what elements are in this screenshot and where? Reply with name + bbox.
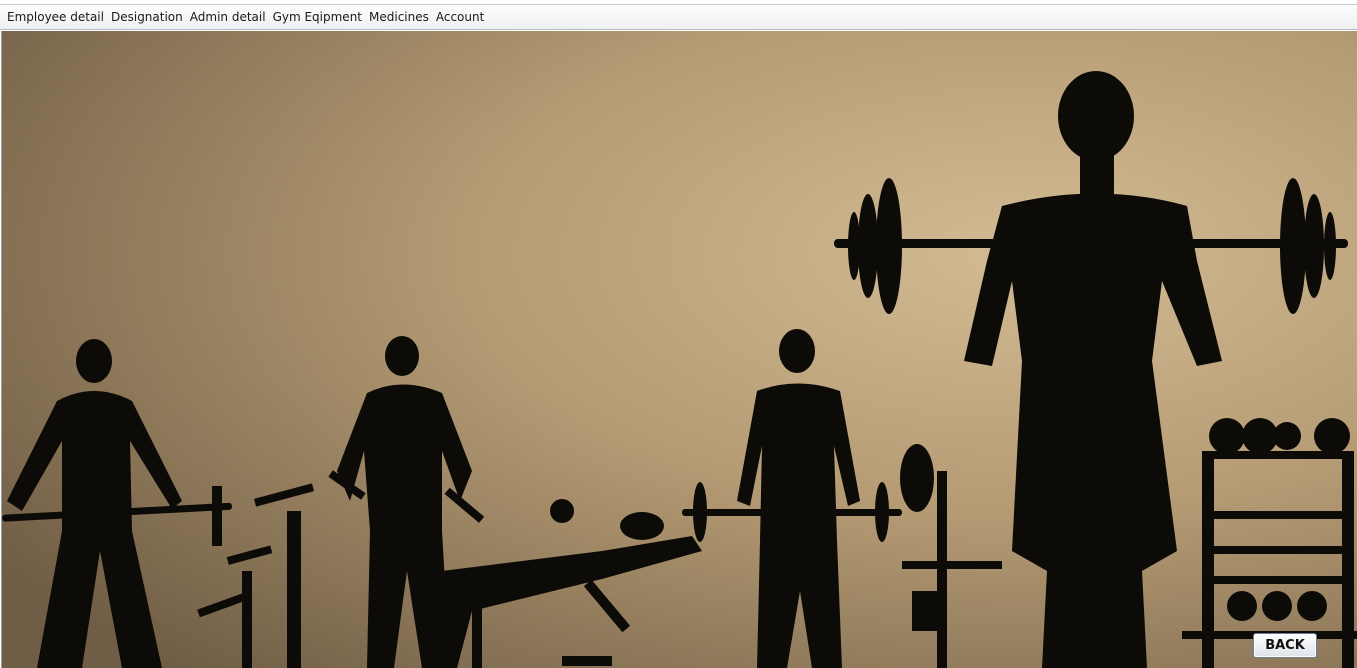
back-button[interactable]: BACK (1253, 633, 1317, 658)
menu-gym-equipment[interactable]: Gym Eqipment (270, 7, 365, 27)
menu-bar: Employee detail Designation Admin detail… (0, 4, 1357, 30)
menu-medicines[interactable]: Medicines (366, 7, 432, 27)
gym-background-image (1, 31, 1357, 668)
gym-silhouette-image (2, 31, 1357, 668)
background-gradient (2, 31, 1357, 668)
menu-designation[interactable]: Designation (108, 7, 186, 27)
menu-employee-detail[interactable]: Employee detail (4, 7, 107, 27)
menu-admin-detail[interactable]: Admin detail (187, 7, 269, 27)
menu-account[interactable]: Account (433, 7, 487, 27)
app-window: Employee detail Designation Admin detail… (0, 0, 1357, 668)
